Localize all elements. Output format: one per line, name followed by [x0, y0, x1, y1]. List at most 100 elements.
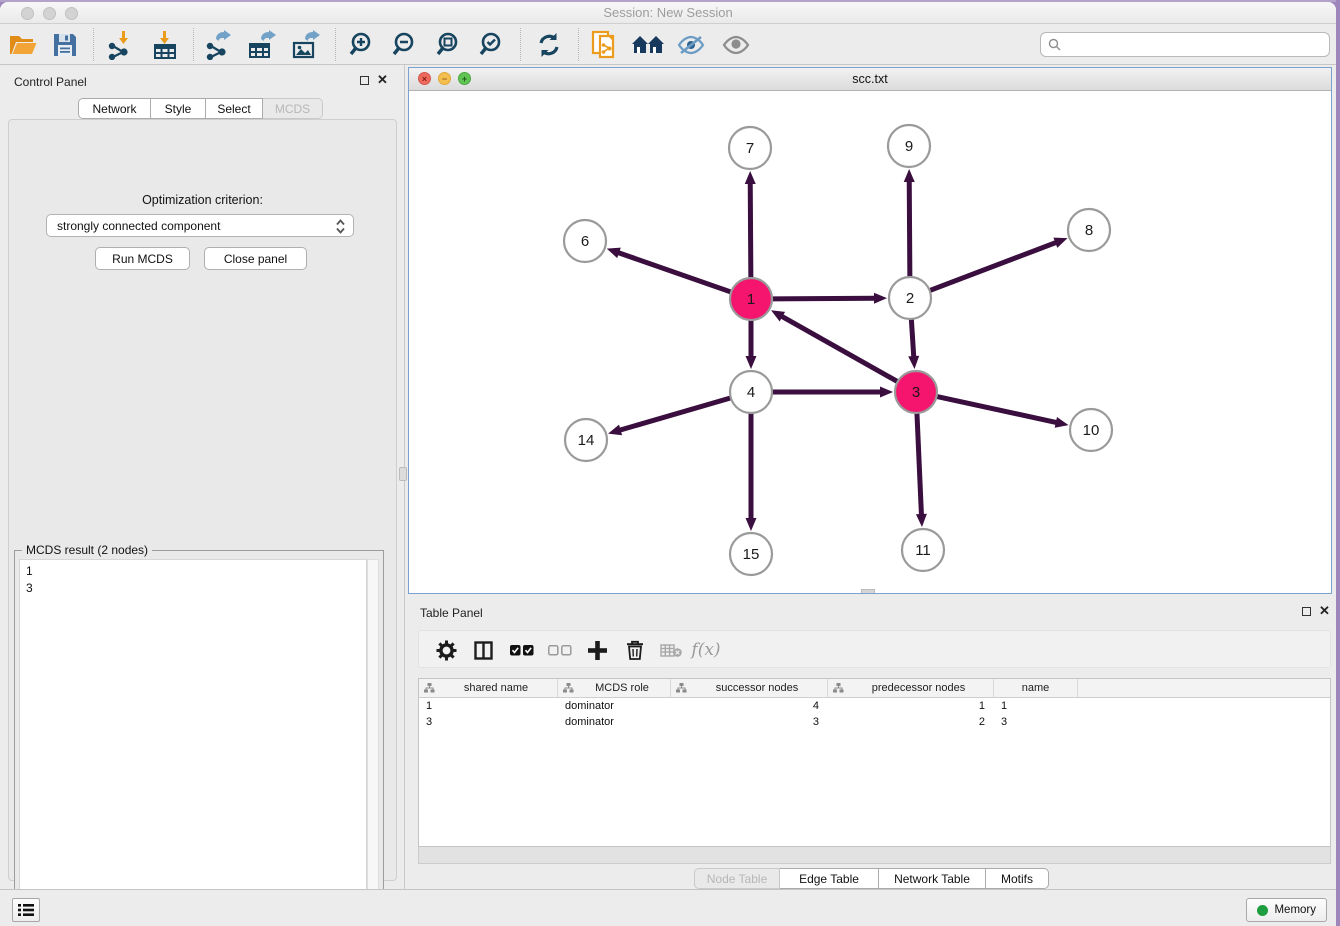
hide-eye-icon[interactable]	[674, 30, 708, 60]
graph-edge-3-1[interactable]	[781, 316, 898, 382]
mcds-result-title: MCDS result (2 nodes)	[22, 543, 152, 557]
close-panel-icon[interactable]: ✕	[377, 75, 388, 84]
graph-edge-4-14[interactable]	[619, 398, 731, 431]
tab-motifs[interactable]: Motifs	[986, 868, 1049, 889]
table-body: 1dominator4113dominator323	[419, 698, 1330, 730]
zoom-fit-icon[interactable]	[432, 30, 466, 60]
table-row[interactable]: 3dominator323	[419, 714, 1330, 730]
close-panel-button[interactable]: Close panel	[204, 247, 307, 270]
run-mcds-button[interactable]: Run MCDS	[95, 247, 190, 270]
result-scrollbar[interactable]	[367, 559, 379, 919]
deselect-all-icon[interactable]	[545, 636, 575, 664]
graph-edge-3-11[interactable]	[917, 413, 922, 516]
graph-node-label: 6	[581, 233, 589, 250]
tab-node-table[interactable]: Node Table	[694, 868, 780, 889]
desktop-edge	[0, 0, 1340, 2]
network-canvas[interactable]: 7968124314101511	[409, 91, 1331, 593]
graph-edge-2-3[interactable]	[911, 319, 913, 358]
search-box[interactable]	[1040, 32, 1330, 57]
graph-node-label: 9	[905, 138, 913, 155]
zoom-out-icon[interactable]	[388, 30, 422, 60]
graph-edge-2-9[interactable]	[909, 180, 910, 277]
table-row[interactable]: 1dominator411	[419, 698, 1330, 714]
search-input[interactable]	[1066, 38, 1329, 52]
tab-network-table[interactable]: Network Table	[879, 868, 986, 889]
arrowhead-icon	[745, 171, 756, 184]
show-eye-icon[interactable]	[719, 30, 753, 60]
node-table[interactable]: shared nameMCDS rolesuccessor nodesprede…	[418, 678, 1331, 847]
criterion-select[interactable]: strongly connected component	[46, 214, 354, 237]
arrowhead-icon	[916, 514, 927, 527]
network-window-titlebar[interactable]: × − + scc.txt	[409, 68, 1331, 91]
toolbar-separator	[93, 28, 94, 61]
vertical-splitter-grip[interactable]	[399, 467, 407, 481]
delete-table-icon[interactable]	[656, 636, 686, 664]
select-stepper-icon	[335, 218, 346, 238]
graph-node-label: 11	[915, 542, 931, 559]
zoom-in-icon[interactable]	[345, 30, 379, 60]
table-panel: Table Panel ✕ f(x)	[408, 602, 1336, 889]
memory-status-icon	[1257, 905, 1268, 916]
graph-node-label: 10	[1083, 422, 1100, 439]
clone-network-icon[interactable]	[588, 30, 622, 60]
column-header-shared-name[interactable]: shared name	[419, 679, 558, 697]
mcds-result-text[interactable]: 1 3	[19, 559, 367, 919]
columns-icon[interactable]	[468, 636, 498, 664]
toolbar-separator	[335, 28, 336, 61]
memory-button[interactable]: Memory	[1246, 898, 1327, 922]
tab-edge-table[interactable]: Edge Table	[780, 868, 879, 889]
tab-mcds[interactable]: MCDS	[263, 98, 323, 119]
table-cell: 2	[828, 716, 994, 728]
open-file-icon[interactable]	[6, 30, 40, 60]
tab-style[interactable]: Style	[151, 98, 206, 119]
float-panel-icon[interactable]	[360, 76, 369, 85]
graph-node-label: 7	[746, 140, 754, 157]
table-header-row: shared nameMCDS rolesuccessor nodesprede…	[419, 679, 1330, 698]
graph-node-label: 4	[747, 384, 755, 401]
column-header-predecessor-nodes[interactable]: predecessor nodes	[828, 679, 994, 697]
refresh-icon[interactable]	[532, 30, 566, 60]
control-panel: Control Panel ✕ Network Style Select MCD…	[0, 65, 404, 889]
add-column-icon[interactable]	[582, 636, 612, 664]
graph-edge-3-10[interactable]	[937, 396, 1058, 422]
zoom-selected-icon[interactable]	[475, 30, 509, 60]
select-all-icon[interactable]	[507, 636, 537, 664]
import-network-icon[interactable]	[103, 30, 137, 60]
graph-node-label: 14	[578, 432, 595, 449]
tab-select[interactable]: Select	[206, 98, 263, 119]
function-builder-icon[interactable]: f(x)	[691, 636, 721, 664]
network-resize-grip[interactable]	[861, 589, 875, 593]
network-graph[interactable]: 7968124314101511	[409, 91, 1331, 593]
horizontal-splitter[interactable]	[408, 595, 1336, 602]
export-network-icon[interactable]	[201, 30, 235, 60]
column-header-successor-nodes[interactable]: successor nodes	[671, 679, 828, 697]
table-cell: 3	[671, 716, 828, 728]
close-table-panel-icon[interactable]: ✕	[1319, 606, 1330, 615]
gear-icon[interactable]	[431, 636, 461, 664]
graph-node-label: 8	[1085, 222, 1093, 239]
column-header-name[interactable]: name	[994, 679, 1078, 697]
import-table-icon[interactable]	[148, 30, 182, 60]
mcds-panel: Optimization criterion: strongly connect…	[8, 119, 397, 881]
optimization-criterion-label: Optimization criterion:	[9, 193, 396, 207]
graph-edge-1-7[interactable]	[750, 182, 751, 278]
arrowhead-icon	[904, 169, 915, 182]
mcds-result-group: MCDS result (2 nodes) 1 3	[14, 550, 384, 924]
column-header-MCDS-role[interactable]: MCDS role	[558, 679, 671, 697]
float-table-panel-icon[interactable]	[1302, 607, 1311, 616]
arrowhead-icon	[746, 518, 757, 531]
home-icon[interactable]	[631, 30, 665, 60]
graph-edge-2-8[interactable]	[930, 242, 1058, 290]
export-image-icon[interactable]	[288, 30, 322, 60]
export-table-icon[interactable]	[244, 30, 278, 60]
arrowhead-icon	[908, 356, 919, 369]
graph-edge-1-6[interactable]	[617, 252, 731, 292]
graph-edge-1-2[interactable]	[772, 298, 876, 299]
task-history-button[interactable]	[12, 898, 40, 922]
table-cell: 4	[671, 700, 828, 712]
table-cell: 3	[419, 716, 558, 728]
tab-network[interactable]: Network	[78, 98, 151, 119]
save-session-icon[interactable]	[48, 30, 82, 60]
delete-column-icon[interactable]	[620, 636, 650, 664]
table-cell: 1	[828, 700, 994, 712]
